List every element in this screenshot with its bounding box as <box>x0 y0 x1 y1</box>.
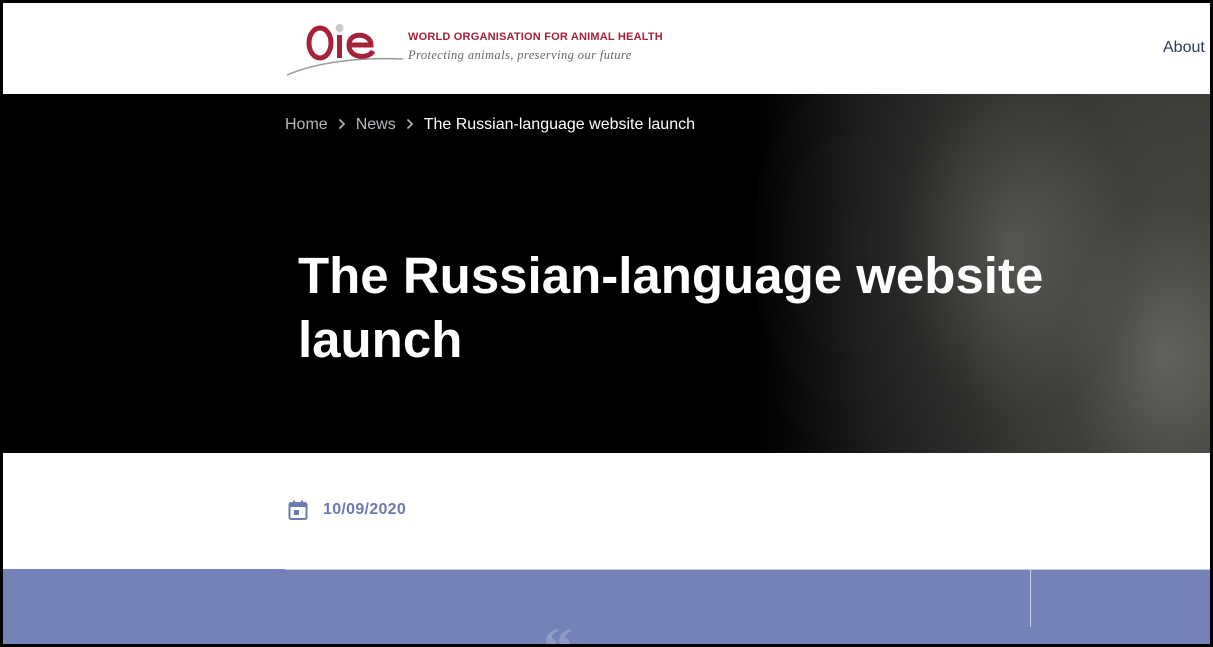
chevron-right-icon <box>406 117 414 133</box>
organisation-name: WORLD ORGANISATION FOR ANIMAL HEALTH <box>408 31 663 43</box>
breadcrumb-home[interactable]: Home <box>285 116 328 134</box>
site-header: WORLD ORGANISATION FOR ANIMAL HEALTH Pro… <box>3 3 1210 94</box>
content-band: “ <box>3 569 1210 644</box>
article-date-row: 10/09/2020 <box>287 499 406 521</box>
nav-about-link[interactable]: About <box>1163 39 1205 57</box>
breadcrumb: Home News The Russian-language website l… <box>285 116 695 134</box>
breadcrumb-news[interactable]: News <box>356 116 396 134</box>
chevron-right-icon <box>338 117 346 133</box>
hero-banner: Home News The Russian-language website l… <box>3 94 1210 453</box>
band-vertical-divider <box>1030 569 1031 627</box>
organisation-tagline: Protecting animals, preserving our futur… <box>408 48 632 62</box>
band-divider-line <box>285 569 1210 570</box>
browser-viewport: WORLD ORGANISATION FOR ANIMAL HEALTH Pro… <box>0 0 1213 647</box>
breadcrumb-current: The Russian-language website launch <box>423 116 695 133</box>
page-title: The Russian-language website launch <box>298 247 1044 368</box>
article-date: 10/09/2020 <box>323 501 407 518</box>
oie-logo-mark <box>286 24 404 76</box>
oie-logo[interactable]: WORLD ORGANISATION FOR ANIMAL HEALTH Pro… <box>285 19 665 79</box>
quote-icon: “ <box>543 619 573 644</box>
calendar-icon <box>288 500 308 520</box>
